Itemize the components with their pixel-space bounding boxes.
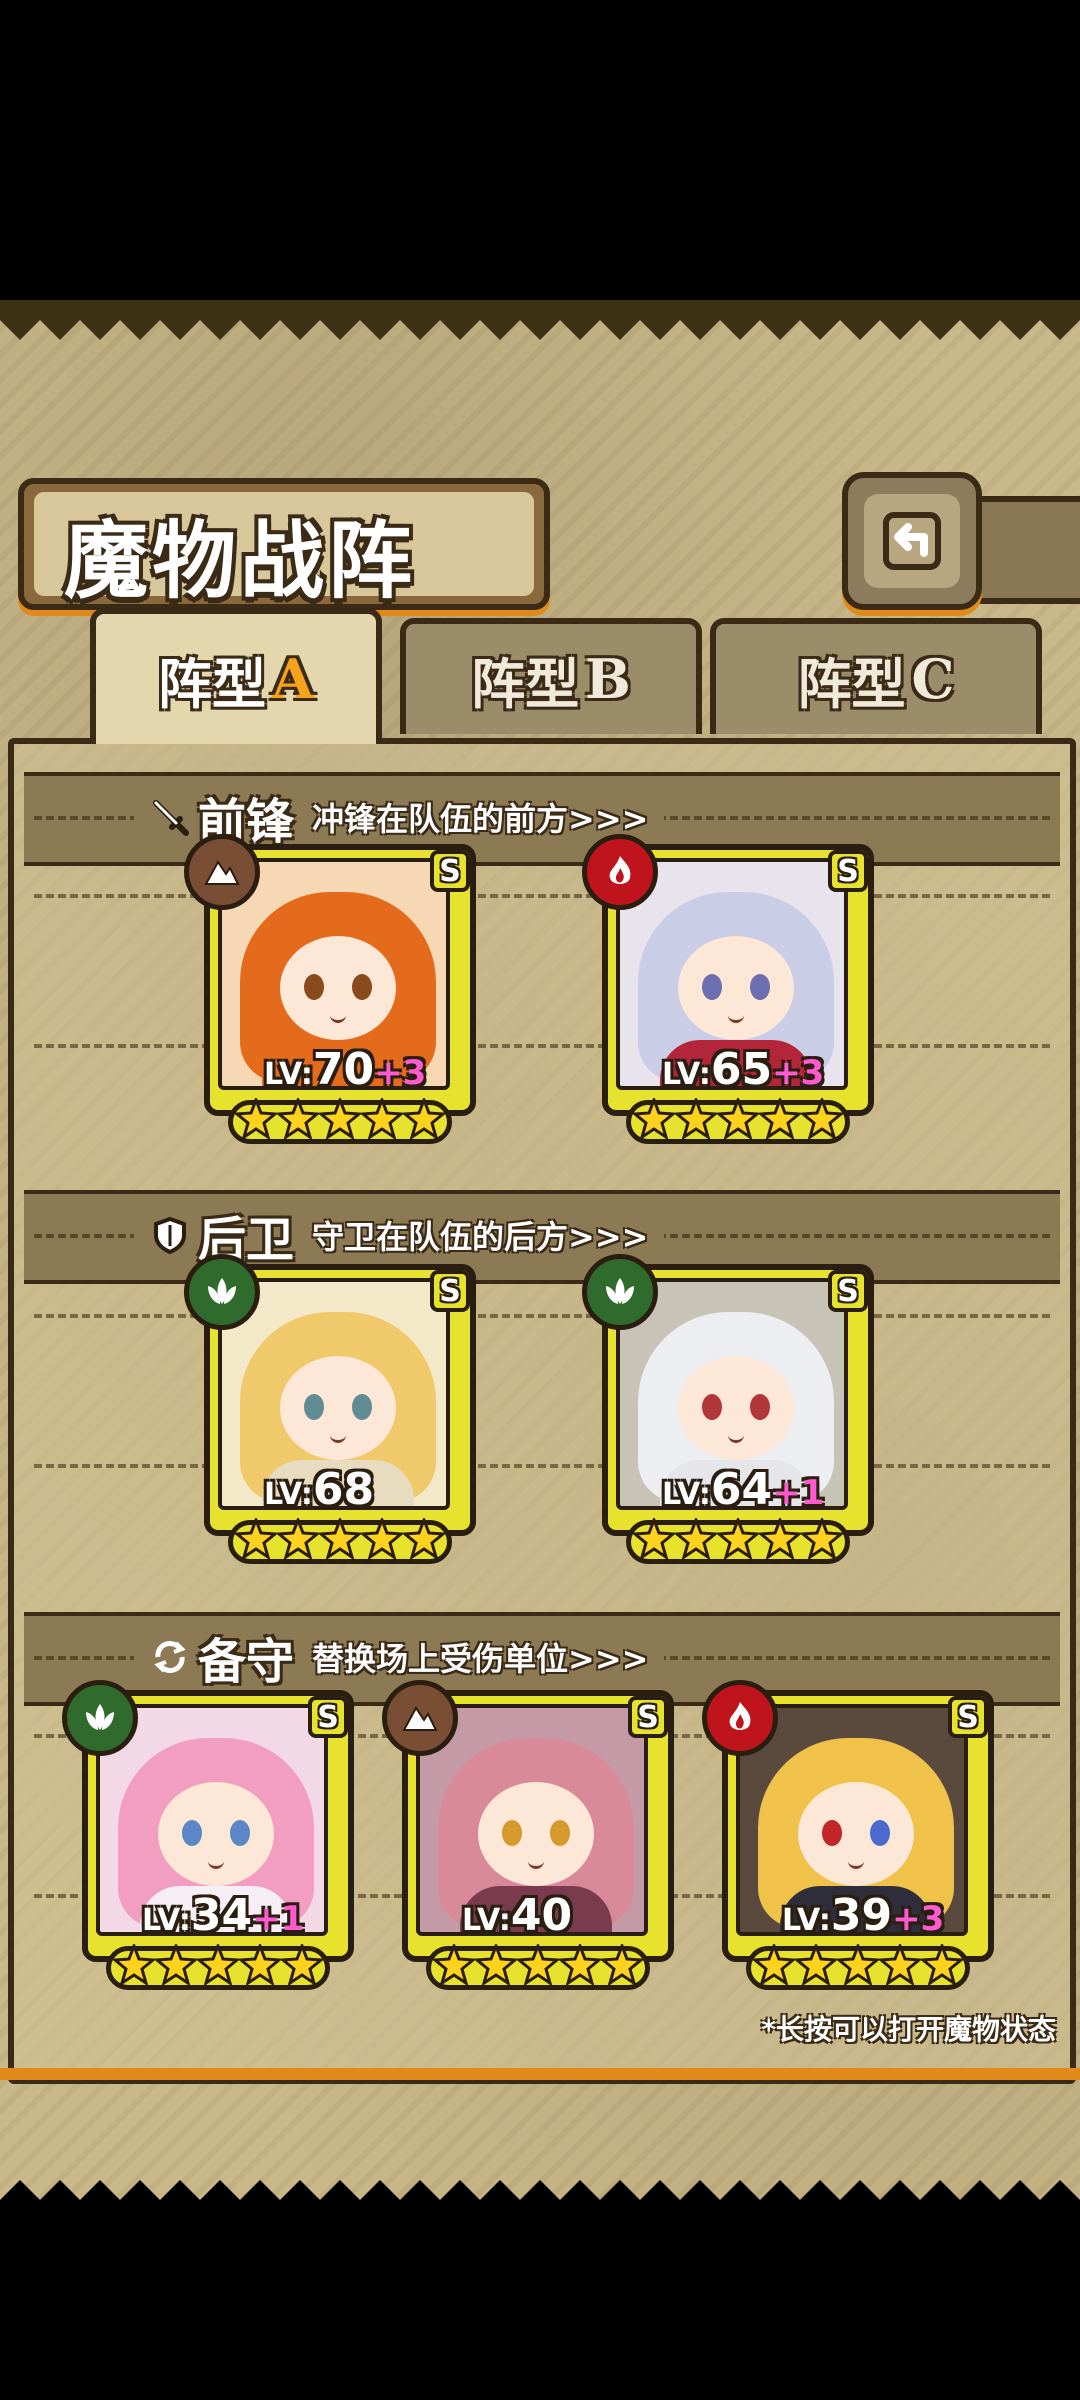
section-description: 替换场上受伤单位>>> [312,1640,649,1678]
unit-card[interactable]: S LV:39+3 [702,1680,994,1990]
tab-letter: B [585,647,631,711]
panel-bottom-edge [0,2068,1080,2080]
tab-label: 阵型 [797,651,906,716]
star-icon [801,1518,843,1560]
star-icon [633,1518,675,1560]
rank-badge: S [828,1270,868,1312]
star-rating [234,1514,446,1564]
star-rating [432,1940,644,1990]
rank-badge: S [430,850,470,892]
star-rating [234,1094,446,1144]
star-icon [319,1518,361,1560]
section-description: 守卫在队伍的后方>>> [312,1218,649,1256]
page-title: 魔物战阵 [64,511,417,610]
star-icon [753,1944,795,1986]
star-rating [752,1940,964,1990]
unit-level: LV:40 [462,1890,573,1941]
unit-level: LV:68 [264,1464,375,1515]
star-icon [759,1098,801,1140]
section-header-reserve: 备守 替换场上受伤单位>>> [134,1622,665,1692]
unit-card[interactable]: S LV:34+1 [62,1680,354,1990]
star-icon [277,1098,319,1140]
star-icon [197,1944,239,1986]
unit-level: LV:70+3 [264,1044,427,1095]
star-icon [475,1944,517,1986]
star-icon [795,1944,837,1986]
star-icon [601,1944,643,1986]
star-icon [633,1098,675,1140]
star-icon [717,1518,759,1560]
star-icon [801,1098,843,1140]
unit-level: LV:34+1 [142,1890,305,1941]
star-icon [235,1518,277,1560]
zigzag-border-bottom [0,2180,1080,2220]
star-rating [112,1940,324,1990]
star-icon [517,1944,559,1986]
swap-icon [154,1641,186,1673]
star-icon [277,1518,319,1560]
unit-level: LV:64+1 [662,1464,825,1515]
unit-card[interactable]: S LV:65+3 [582,834,874,1144]
star-icon [403,1098,445,1140]
star-icon [759,1518,801,1560]
leaf-element-icon [184,1254,260,1330]
star-icon [403,1518,445,1560]
star-icon [837,1944,879,1986]
star-icon [361,1098,403,1140]
unit-card[interactable]: S LV:70+3 [184,834,476,1144]
section-title: 备守 [198,1634,295,1690]
tab-formation-c[interactable]: 阵型 C [710,618,1042,734]
leaf-element-icon [62,1680,138,1756]
shield-icon [154,1216,186,1255]
star-icon [155,1944,197,1986]
star-icon [433,1944,475,1986]
tab-letter: C [911,647,955,711]
earth-element-icon [382,1680,458,1756]
unit-card[interactable]: S LV:68 [184,1254,476,1564]
tab-label: 阵型 [471,651,580,716]
tab-letter: A [272,647,314,711]
tab-formation-a[interactable]: 阵型 A [90,608,382,744]
star-icon [319,1098,361,1140]
rank-badge: S [948,1696,988,1738]
star-icon [239,1944,281,1986]
rank-badge: S [628,1696,668,1738]
unit-level: LV:39+3 [782,1890,945,1941]
earth-element-icon [184,834,260,910]
star-icon [921,1944,963,1986]
unit-level: LV:65+3 [662,1044,825,1095]
unit-card[interactable]: S LV:64+1 [582,1254,874,1564]
tab-label: 阵型 [158,651,267,716]
formation-panel: 魔物战阵 阵型 A 阵型 B 阵型 C 前锋 冲锋在队伍的前方>>> 后卫 守卫… [0,300,1080,2220]
star-rating [632,1514,844,1564]
tab-formation-b[interactable]: 阵型 B [400,618,702,734]
fire-element-icon [582,834,658,910]
star-icon [235,1098,277,1140]
rank-badge: S [308,1696,348,1738]
star-icon [717,1098,759,1140]
rank-badge: S [828,850,868,892]
star-icon [675,1098,717,1140]
back-button[interactable] [842,472,982,610]
fire-element-icon [702,1680,778,1756]
star-icon [675,1518,717,1560]
title-plate: 魔物战阵 [18,478,550,610]
back-arrow-icon [883,512,941,570]
rank-badge: S [430,1270,470,1312]
star-icon [361,1518,403,1560]
star-icon [879,1944,921,1986]
sword-icon [153,800,189,836]
star-rating [632,1094,844,1144]
hint-footnote: *长按可以打开魔物状态 [761,2013,1056,2046]
zigzag-border-top [0,300,1080,340]
star-icon [559,1944,601,1986]
formation-tabs: 阵型 A 阵型 B 阵型 C [20,608,1060,744]
star-icon [113,1944,155,1986]
unit-card[interactable]: S LV:40 [382,1680,674,1990]
star-icon [281,1944,323,1986]
leaf-element-icon [582,1254,658,1330]
section-description: 冲锋在队伍的前方>>> [312,800,649,838]
